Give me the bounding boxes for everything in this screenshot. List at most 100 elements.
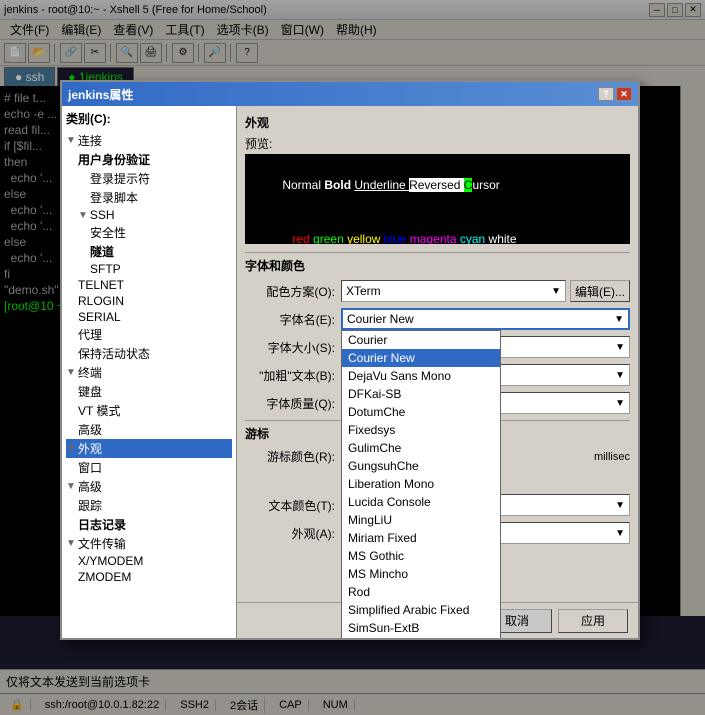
tree-item-file-transfer[interactable]: ▼ 文件传输 — [66, 534, 232, 553]
tree-item-zmodem[interactable]: ZMODEM — [78, 569, 232, 585]
font-option-simplified-arabic[interactable]: Simplified Arabic Fixed — [342, 601, 500, 619]
color-scheme-select[interactable]: XTerm ▼ — [341, 280, 566, 302]
tree-item-ssh[interactable]: ▼ SSH — [78, 207, 232, 223]
font-option-liberation[interactable]: Liberation Mono — [342, 475, 500, 493]
tree-label-security: 安全性 — [90, 224, 126, 241]
tree-label-vt-mode: VT 模式 — [78, 402, 120, 419]
tree-label-advanced: 高级 — [78, 478, 102, 495]
font-option-fixedsys[interactable]: Fixedsys — [342, 421, 500, 439]
color-scheme-value: XTerm — [346, 284, 381, 298]
tree-item-window[interactable]: 窗口 — [78, 458, 232, 477]
preview-yellow1: yellow — [347, 232, 384, 244]
millisec-label: millisec — [594, 451, 630, 463]
preview-cyan1: cyan — [460, 232, 489, 244]
preview-line-1: Normal Bold Underline Reversed Cursor — [249, 158, 626, 212]
tree-item-rlogin[interactable]: RLOGIN — [78, 293, 232, 309]
preview-bold: Bold — [324, 178, 354, 192]
tree-indent-appearance-sub: 窗口 — [78, 458, 232, 477]
font-option-courier-new[interactable]: Courier New — [342, 349, 500, 367]
tree-item-proxy[interactable]: 代理 — [78, 325, 232, 344]
font-option-dejavu[interactable]: DejaVu Sans Mono — [342, 367, 500, 385]
tree-item-sftp[interactable]: SFTP — [90, 261, 232, 277]
dialog-body: 类别(C): ▼ 连接 用户身份验证 登录提示符 登录脚本 — [62, 106, 638, 638]
tree-item-tunnel[interactable]: 隧道 — [90, 242, 232, 261]
tree-label-tunnel: 隧道 — [90, 243, 114, 260]
font-option-gungsuhche[interactable]: GungsuhChe — [342, 457, 500, 475]
dialog-help-btn[interactable]: ? — [598, 87, 614, 101]
tree-arrow-connect: ▼ — [66, 135, 76, 146]
bold-text-label: "加粗"文本(B): — [245, 367, 335, 384]
font-option-dfkai[interactable]: DFKai-SB — [342, 385, 500, 403]
preview-box: Normal Bold Underline Reversed Cursor re… — [245, 154, 630, 244]
tree-item-terminal[interactable]: ▼ 终端 — [66, 363, 232, 382]
edit-color-btn[interactable]: 编辑(E)... — [570, 280, 630, 302]
tree-item-appearance[interactable]: ▼ 外观 — [66, 439, 232, 458]
tree-arrow-advanced: ▼ — [66, 481, 76, 492]
tree-panel: 类别(C): ▼ 连接 用户身份验证 登录提示符 登录脚本 — [62, 106, 237, 638]
preview-label: 预览: — [245, 135, 630, 152]
preview-reversed: Reversed — [409, 178, 464, 192]
font-quality-label: 字体质量(Q): — [245, 395, 335, 412]
tree-item-keyboard[interactable]: 键盘 — [78, 382, 232, 401]
tree-label-terminal: 终端 — [78, 364, 102, 381]
text-color-arrow: ▼ — [615, 500, 625, 511]
font-name-arrow: ▼ — [614, 314, 624, 325]
color-scheme-label: 配色方案(O): — [245, 283, 335, 300]
dialog-title: jenkins属性 — [68, 86, 133, 103]
tree-item-xymodem[interactable]: X/YMODEM — [78, 553, 232, 569]
font-name-row: 字体名(E): Courier New ▼ Courier Courier Ne… — [245, 308, 630, 330]
dialog-titlebar: jenkins属性 ? ✕ — [62, 82, 638, 106]
tree-item-keepalive[interactable]: 保持活动状态 — [78, 344, 232, 363]
preview-line-2: red green yellow blue magenta cyan white — [249, 212, 626, 244]
tree-item-logging[interactable]: 日志记录 — [78, 515, 232, 534]
appearance-sub-arrow: ▼ — [615, 528, 625, 539]
dialog-title-controls: ? ✕ — [598, 87, 632, 101]
preview-red1: red — [292, 232, 313, 244]
font-quality-arrow: ▼ — [615, 398, 625, 409]
font-option-miriam[interactable]: Miriam Fixed — [342, 529, 500, 547]
tree-label-proxy: 代理 — [78, 326, 102, 343]
font-name-select[interactable]: Courier New ▼ — [341, 308, 630, 330]
tree-item-serial[interactable]: SERIAL — [78, 309, 232, 325]
tree-label-file-transfer: 文件传输 — [78, 535, 126, 552]
font-option-mingliu[interactable]: MingLiU — [342, 511, 500, 529]
font-option-msgothic[interactable]: MS Gothic — [342, 547, 500, 565]
tree-indent-terminal-sub: 键盘 VT 模式 高级 — [78, 382, 232, 439]
tree-item-security[interactable]: 安全性 — [90, 223, 232, 242]
tree-indent-file-transfer-sub: X/YMODEM ZMODEM — [78, 553, 232, 585]
jenkins-properties-dialog: jenkins属性 ? ✕ 类别(C): ▼ 连接 用户身份验证 登录提示符 — [60, 80, 640, 640]
tree-arrow-terminal: ▼ — [66, 367, 76, 378]
tree-label-zmodem: ZMODEM — [78, 570, 131, 584]
tree-item-login-prompt[interactable]: 登录提示符 — [90, 169, 232, 188]
tree-label-trace: 跟踪 — [78, 497, 102, 514]
font-option-msmincho[interactable]: MS Mincho — [342, 565, 500, 583]
tree-label-ssh: SSH — [90, 208, 115, 222]
tree-item-vt-mode[interactable]: VT 模式 — [78, 401, 232, 420]
tree-item-advanced-terminal[interactable]: 高级 — [78, 420, 232, 439]
tree-indent-auth: 用户身份验证 登录提示符 登录脚本 ▼ SSH 安全性 — [78, 150, 232, 363]
tree-item-trace[interactable]: 跟踪 — [78, 496, 232, 515]
tree-item-telnet[interactable]: TELNET — [78, 277, 232, 293]
font-option-rod[interactable]: Rod — [342, 583, 500, 601]
font-option-simsun-extb[interactable]: SimSun-ExtB — [342, 619, 500, 637]
tree-label-login-prompt: 登录提示符 — [90, 170, 150, 187]
tree-label-rlogin: RLOGIN — [78, 294, 124, 308]
dialog-close-btn[interactable]: ✕ — [616, 87, 632, 101]
tree-label-keepalive: 保持活动状态 — [78, 345, 150, 362]
font-option-source-code-pro[interactable]: Source Code Pro — [342, 637, 500, 638]
tree-label-xymodem: X/YMODEM — [78, 554, 143, 568]
tree-item-login-script[interactable]: 登录脚本 — [90, 188, 232, 207]
font-option-courier[interactable]: Courier — [342, 331, 500, 349]
cursor-color-label: 游标颜色(R): — [245, 448, 335, 465]
apply-button[interactable]: 应用 — [558, 609, 628, 633]
color-scheme-arrow: ▼ — [551, 286, 561, 297]
tree-item-connect[interactable]: ▼ 连接 — [66, 131, 232, 150]
preview-white1: white — [489, 232, 517, 244]
tree-arrow-appearance: ▼ — [66, 443, 76, 454]
tree-item-auth[interactable]: 用户身份验证 — [78, 150, 232, 169]
font-option-gulimche[interactable]: GulimChe — [342, 439, 500, 457]
tree-label-auth: 用户身份验证 — [78, 151, 150, 168]
font-option-lucida[interactable]: Lucida Console — [342, 493, 500, 511]
font-option-dotumche[interactable]: DotumChe — [342, 403, 500, 421]
tree-item-advanced[interactable]: ▼ 高级 — [66, 477, 232, 496]
